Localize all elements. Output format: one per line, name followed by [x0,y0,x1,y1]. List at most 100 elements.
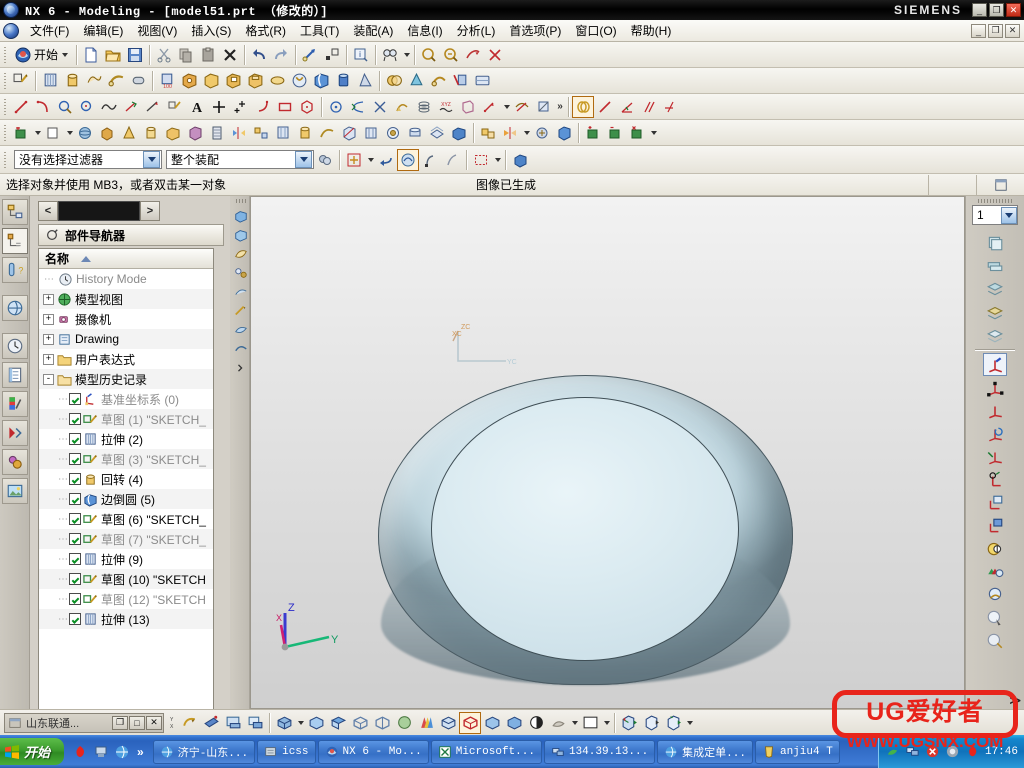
datum-more-button[interactable] [648,122,658,144]
web-browser-tab[interactable] [1,449,28,475]
toolbar-grip[interactable] [2,96,8,117]
hole-button[interactable] [178,70,200,92]
thicken-button[interactable] [426,122,448,144]
subtract-button[interactable] [405,70,427,92]
chevron-down-icon[interactable] [143,151,160,168]
move-to-layer-button[interactable] [983,300,1007,323]
edge-blend-button[interactable] [310,70,332,92]
groove-button[interactable] [288,70,310,92]
taskbar-task-button[interactable]: Microsoft... [430,739,542,764]
quick-launch-chevron-icon[interactable]: » [137,745,144,759]
window-minimize-button[interactable]: _ [972,3,987,17]
menu-assemblies[interactable]: 装配(A) [346,20,400,41]
tree-row[interactable]: + Drawing [39,329,213,349]
dock-more-chevron-icon[interactable]: ≫ [1009,694,1021,707]
constraint-parallel-button[interactable] [638,96,660,118]
top-view-button[interactable] [327,712,349,734]
find-dropdown-button[interactable] [401,44,411,66]
datum-plane-button[interactable]: 100 [156,70,178,92]
offset-face-button[interactable] [382,122,404,144]
circle-center-button[interactable] [76,96,98,118]
extrude-button[interactable] [39,70,61,92]
pan-view-button[interactable] [200,712,222,734]
window-restore-button[interactable]: ❐ [989,3,1004,17]
curve-more-button[interactable]: » [555,96,565,118]
zoom-window-button[interactable] [244,712,266,734]
solid-model[interactable] [378,375,793,705]
studio-view-button[interactable] [415,712,437,734]
static-wireframe-button[interactable] [459,711,481,734]
tree-row[interactable]: ⋯ 草图 (1) "SKETCH_ [39,409,213,429]
sheet-dock-icon[interactable] [233,245,249,263]
collapse-node-icon[interactable]: - [43,373,54,385]
cylinder-button[interactable] [140,122,162,144]
revolve-dock-icon[interactable] [233,226,249,244]
polygon-button[interactable] [296,96,318,118]
remove-datum-button[interactable] [604,122,626,144]
redo-button[interactable] [270,44,292,66]
chevron-down-icon[interactable] [295,151,312,168]
sew-button[interactable] [448,122,470,144]
shaded-view-button[interactable] [393,712,415,734]
project-curve-button[interactable] [457,96,479,118]
feature-suppress-checkbox[interactable] [69,593,81,605]
show-hide-button[interactable] [618,712,640,734]
spiral-button[interactable] [413,96,435,118]
tray-network-icon[interactable] [905,744,920,759]
snap-point-dropdown-button[interactable] [365,149,375,171]
rectangle-select-button[interactable] [470,149,492,171]
shell-2-button[interactable] [404,122,426,144]
feature-suppress-checkbox[interactable] [69,433,81,445]
tree-row[interactable]: ⋯ 回转 (4) [39,469,213,489]
constraint-more-button[interactable] [660,96,682,118]
wave-link-button[interactable] [553,122,575,144]
computer-icon[interactable] [93,744,109,760]
start-button[interactable]: 开始 [0,738,65,765]
taskbar-task-button[interactable]: 集成定单... [657,739,753,764]
unite-button[interactable] [383,70,405,92]
mirror-body-button[interactable] [499,122,521,144]
expand-node-icon[interactable]: + [43,293,54,305]
layer-category-button[interactable] [983,277,1007,300]
wcs-origin-button[interactable] [983,376,1007,399]
trim-2-button[interactable] [338,122,360,144]
app-menu-icon[interactable] [3,22,19,39]
document-minimize-button[interactable]: _ [971,23,986,38]
rotate-view-tool-button[interactable] [178,712,200,734]
pad-button[interactable] [244,70,266,92]
plane-dropdown-button[interactable] [64,122,74,144]
document-close-button[interactable]: ✕ [1005,23,1020,38]
move-object-button[interactable] [531,122,553,144]
tree-row[interactable]: ⋯ 草图 (6) "SKETCH_ [39,509,213,529]
feature-suppress-checkbox[interactable] [69,533,81,545]
pattern-face-button[interactable] [471,70,493,92]
navigator-prev-button[interactable]: < [38,201,58,221]
pocket-button[interactable] [222,70,244,92]
trim-dock-icon[interactable] [233,340,249,358]
object-information-button[interactable]: i [350,44,372,66]
offset-dock-icon[interactable] [233,283,249,301]
cut-button[interactable] [153,44,175,66]
analysis-distance-button[interactable] [983,560,1007,583]
derive-curve-button[interactable] [479,96,501,118]
rectangle-button[interactable] [274,96,296,118]
boss-2-button[interactable] [162,122,184,144]
expand-dock-icon[interactable] [233,359,249,377]
extrude-dock-icon[interactable] [233,207,249,225]
intersect-button[interactable] [427,70,449,92]
system-materials-tab[interactable] [1,362,28,388]
transform-button[interactable] [321,44,343,66]
tray-shield-icon[interactable] [945,744,960,759]
menu-view[interactable]: 视图(V) [130,20,184,41]
delete-datum-button[interactable] [626,122,648,144]
start-menu-button[interactable]: 开始 [10,44,73,66]
emboss-button[interactable] [184,122,206,144]
feature-suppress-checkbox[interactable] [69,413,81,425]
internet-explorer-tab[interactable] [1,295,28,321]
new-file-button[interactable] [80,44,102,66]
cone-button[interactable] [118,122,140,144]
delete-button[interactable] [219,44,241,66]
sketch-button[interactable] [10,70,32,92]
face-analysis-button[interactable] [503,712,525,734]
save-file-button[interactable] [124,44,146,66]
